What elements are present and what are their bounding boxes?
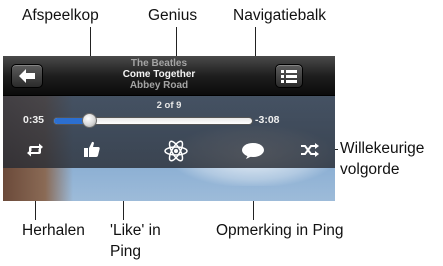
track-list-icon <box>281 70 297 83</box>
thumbs-up-icon[interactable] <box>83 140 101 158</box>
callout-like-line2: Ping <box>110 243 142 260</box>
callout-afspeelkop: Afspeelkop <box>22 7 99 24</box>
callout-navigatiebalk: Navigatiebalk <box>233 7 327 24</box>
song-title: Come Together <box>122 69 196 80</box>
callout-herhalen: Herhalen <box>22 222 85 239</box>
back-button[interactable] <box>11 64 43 88</box>
callout-willekeurige-line2: volgorde <box>340 161 400 178</box>
callout-like-line1: 'Like' in <box>110 222 161 239</box>
shuffle-icon[interactable] <box>300 142 320 158</box>
now-playing-screen: The Beatles Come Together Abbey Road 2 o… <box>3 56 335 201</box>
elapsed-time: 0:35 <box>23 114 45 126</box>
repeat-icon[interactable] <box>25 142 45 158</box>
back-arrow-icon <box>19 69 35 83</box>
playhead-knob[interactable] <box>82 113 97 128</box>
top-bar: The Beatles Come Together Abbey Road <box>3 56 335 96</box>
genius-atom-icon[interactable] <box>163 138 189 164</box>
track-list-button[interactable] <box>275 64 303 88</box>
track-info: The Beatles Come Together Abbey Road <box>73 58 245 91</box>
track-position: 2 of 9 <box>156 100 182 111</box>
artist-name: The Beatles <box>130 58 188 69</box>
callout-genius: Genius <box>148 7 198 24</box>
callout-opmerking: Opmerking in Ping <box>216 222 344 239</box>
speech-bubble-icon[interactable] <box>241 142 265 160</box>
album-name: Abbey Road <box>129 80 189 91</box>
remaining-time: -3:08 <box>255 114 280 126</box>
callout-willekeurige-line1: Willekeurige <box>340 140 425 157</box>
controls-panel: 2 of 9 0:35 -3:08 <box>3 96 335 168</box>
